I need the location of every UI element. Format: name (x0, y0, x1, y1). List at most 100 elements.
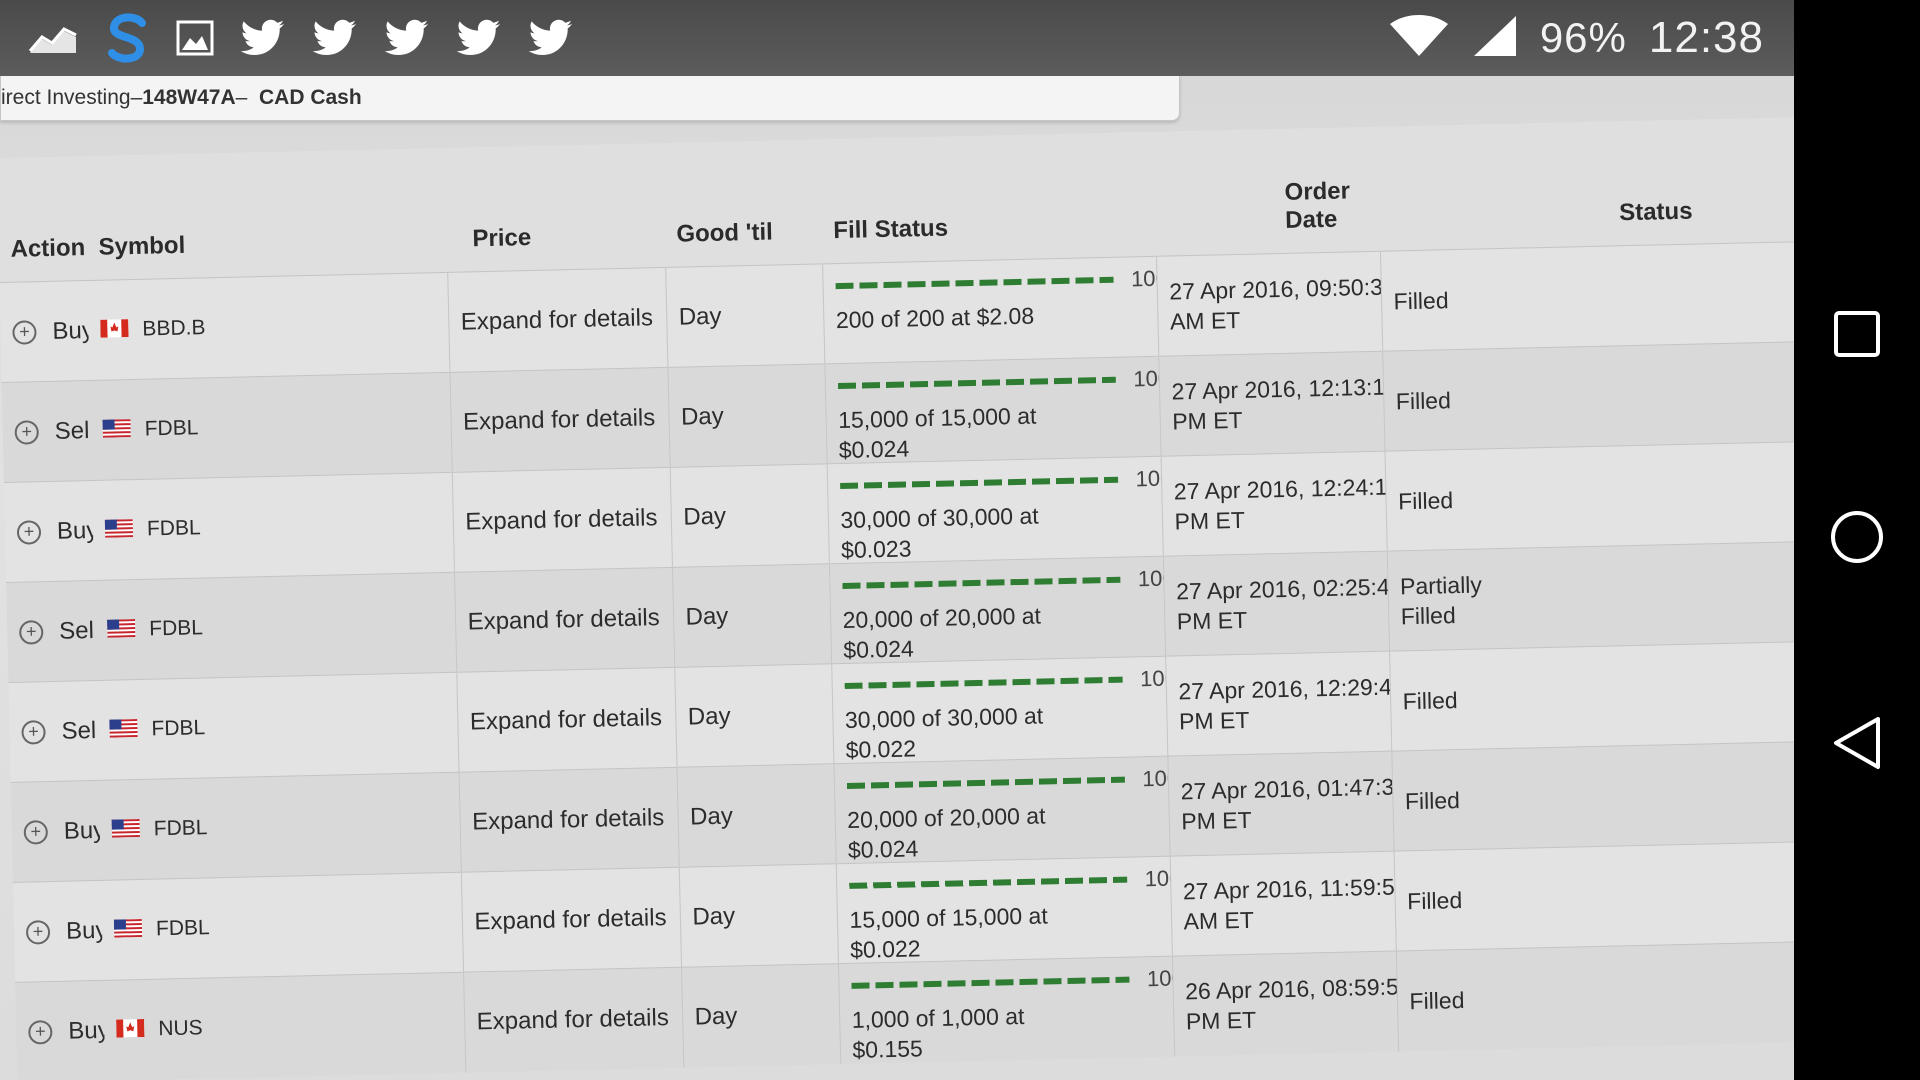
expand-details-link[interactable]: Expand for details (472, 804, 665, 835)
fill-progress-bar (835, 276, 1114, 289)
canada-flag-icon (116, 1016, 145, 1045)
action-cell[interactable]: + Buy (15, 980, 106, 1080)
web-content: irect Investing–148W47A– CAD Cash ⌄ Acti… (0, 76, 1794, 1080)
good-til-text: Day (683, 502, 727, 531)
status-cell: Filled (1393, 841, 1794, 952)
fill-status-cell: 100% 20,000 of 20,000 at $0.024 (828, 556, 1166, 664)
status-cell: Filled (1384, 441, 1794, 552)
price-cell[interactable]: Expand for details (449, 367, 670, 473)
price-cell[interactable]: Expand for details (463, 967, 684, 1073)
twitter-icon (528, 19, 574, 57)
action-cell[interactable]: + Sell (8, 680, 99, 783)
fill-percent: 100% (1130, 264, 1159, 291)
recents-button[interactable] (1832, 309, 1882, 359)
expand-details-link[interactable]: Expand for details (474, 904, 667, 935)
status-text: Filled (1393, 286, 1449, 314)
price-cell[interactable]: Expand for details (447, 267, 668, 373)
expand-details-link[interactable]: Expand for details (467, 604, 660, 635)
action-cell[interactable]: + Buy (3, 480, 95, 583)
price-cell[interactable]: Expand for details (456, 667, 677, 773)
expand-icon[interactable]: + (14, 420, 40, 445)
twitter-icon (456, 19, 502, 57)
price-cell[interactable]: Expand for details (451, 467, 672, 573)
fill-percent: 100% (1146, 964, 1175, 991)
order-date-cell: 27 Apr 2016, 11:59:57 AM ET (1169, 851, 1396, 957)
wifi-icon (1388, 14, 1450, 63)
us-flag-icon (106, 616, 136, 645)
fill-status-cell: 100% 15,000 of 15,000 at $0.024 (824, 356, 1161, 464)
good-til-text: Day (678, 302, 722, 331)
header-symbol[interactable]: Symbol (84, 147, 448, 281)
good-til-cell: Day (674, 663, 834, 768)
symbol-cell: FDBL (89, 372, 452, 481)
expand-icon[interactable]: + (25, 920, 51, 945)
order-date-cell: 27 Apr 2016, 09:50:38 AM ET (1156, 251, 1383, 357)
android-status-bar: 96% 12:38 (0, 0, 1794, 76)
action-cell[interactable]: + Buy (12, 880, 104, 983)
order-date-text: 27 Apr 2016, 02:25:47 PM ET (1175, 572, 1390, 634)
status-cell: Filled (1382, 341, 1794, 452)
expand-details-link[interactable]: Expand for details (463, 404, 656, 435)
action-cell[interactable]: + Buy (0, 280, 90, 383)
action-cell[interactable]: + Sell (1, 380, 92, 483)
expand-icon[interactable]: + (28, 1020, 53, 1045)
expand-details-link[interactable]: Expand for details (476, 1004, 669, 1035)
header-price[interactable]: Price (444, 142, 666, 273)
order-date-cell: 27 Apr 2016, 12:29:40 PM ET (1165, 651, 1392, 757)
good-til-text: Day (694, 1002, 738, 1031)
order-date-text: 27 Apr 2016, 09:50:38 AM ET (1169, 272, 1383, 335)
account-separator: – (130, 86, 143, 109)
fill-text: 30,000 of 30,000 at $0.022 (844, 701, 1044, 763)
price-cell[interactable]: Expand for details (454, 567, 675, 673)
action-cell[interactable]: + Buy (10, 780, 101, 883)
action-text: Buy (65, 916, 104, 945)
expand-details-link[interactable]: Expand for details (465, 504, 658, 535)
expand-details-link[interactable]: Expand for details (470, 704, 663, 735)
fill-text: 20,000 of 20,000 at $0.024 (842, 602, 1042, 663)
good-til-cell: Day (665, 263, 825, 368)
fill-progress-bar (844, 676, 1123, 689)
symbol-cell: FDBL (91, 472, 455, 581)
fill-status-cell: 100% 30,000 of 30,000 at $0.022 (831, 656, 1168, 764)
canada-flag-icon (100, 316, 129, 345)
expand-icon[interactable]: + (16, 520, 42, 545)
good-til-text: Day (687, 702, 731, 731)
fill-status: 100% 20,000 of 20,000 at $0.024 (841, 562, 1165, 662)
price-cell[interactable]: Expand for details (460, 867, 682, 973)
fill-text: 15,000 of 15,000 at $0.022 (849, 901, 1048, 963)
orders-table: Action Symbol Price Good 'til Fill Statu… (0, 117, 1794, 1080)
header-fill-status[interactable]: Fill Status (819, 131, 1157, 264)
header-good-til[interactable]: Good 'til (662, 139, 823, 268)
price-cell[interactable]: Expand for details (458, 767, 679, 873)
account-selector[interactable]: irect Investing–148W47A– CAD Cash ⌄ (0, 76, 1180, 121)
action-cell[interactable]: + Sell (6, 580, 97, 683)
header-status[interactable]: Status (1377, 117, 1794, 252)
us-flag-icon (111, 816, 140, 845)
header-order-date[interactable]: Order Date (1153, 126, 1380, 257)
account-id: 148W47A (142, 86, 236, 109)
fill-text: 1,000 of 1,000 at $0.155 (851, 1002, 1025, 1063)
header-action[interactable]: Action (0, 156, 88, 283)
fill-status: 100% 200 of 200 at $2.08 (835, 262, 1158, 359)
symbol-text: FDBL (153, 816, 208, 841)
fill-status-cell: 100% 20,000 of 20,000 at $0.024 (833, 756, 1170, 864)
back-button[interactable] (1832, 715, 1882, 771)
symbol-cell: NUS (103, 972, 466, 1080)
notification-icons (28, 13, 574, 63)
symbol-text: FDBL (144, 416, 199, 441)
fill-progress-bar (850, 976, 1129, 989)
expand-icon[interactable]: + (23, 820, 49, 845)
home-button[interactable] (1829, 509, 1885, 565)
orders-table-container: Action Symbol Price Good 'til Fill Statu… (0, 117, 1794, 1080)
clock: 12:38 (1648, 13, 1764, 62)
expand-icon[interactable]: + (19, 620, 44, 645)
twitter-icon (384, 19, 430, 57)
orders-body: + Buy BBD.B Expand for details Day 100% 2… (0, 241, 1794, 1080)
expand-details-link[interactable]: Expand for details (461, 304, 654, 335)
system-status: 96% 12:38 (1388, 13, 1764, 63)
status-cell: Filled (1389, 641, 1794, 752)
expand-icon[interactable]: + (21, 720, 46, 745)
good-til-cell: Day (671, 563, 832, 668)
status-text: Filled (1402, 686, 1458, 714)
expand-icon[interactable]: + (12, 320, 37, 345)
